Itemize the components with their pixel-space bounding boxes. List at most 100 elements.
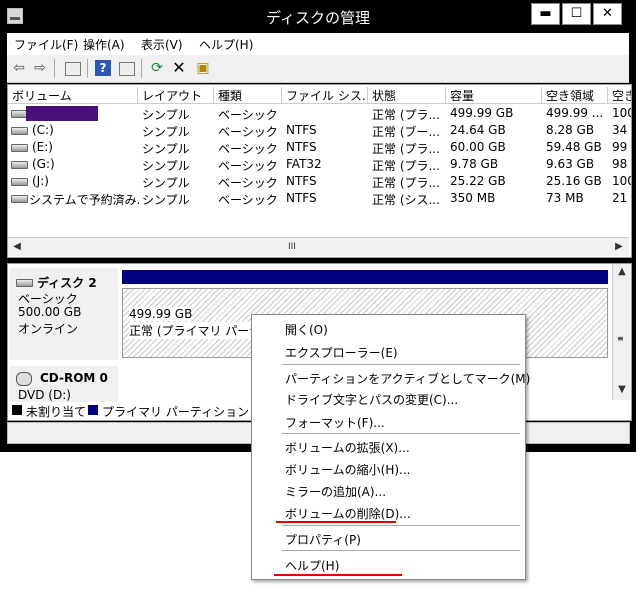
menu-view[interactable]: 表示(V) bbox=[141, 36, 183, 53]
horizontal-scrollbar[interactable]: ◀ III ▶ bbox=[8, 237, 629, 256]
delete-x-icon[interactable]: ✕ bbox=[171, 60, 187, 76]
cell-volume: システムで予約済み... bbox=[29, 193, 139, 207]
disk-name: ディスク 2 bbox=[37, 276, 97, 290]
properties-icon[interactable] bbox=[119, 62, 135, 76]
volume-list: ボリューム レイアウト 種類 ファイル シス... 状態 容量 空き領域 空き … bbox=[7, 84, 632, 258]
cell-volume: (E:) bbox=[32, 140, 53, 154]
scroll-up-icon[interactable]: ▲ bbox=[615, 266, 629, 278]
cell-type: ベーシック bbox=[218, 142, 278, 156]
cell-volume: (G:) bbox=[32, 157, 55, 171]
cell-filesystem: NTFS bbox=[286, 174, 317, 188]
menu-item-help[interactable]: ヘルプ(H) bbox=[285, 557, 339, 574]
cell-capacity: 499.99 GB bbox=[450, 106, 514, 120]
cell-type: ベーシック bbox=[218, 159, 278, 173]
table-row[interactable]: システムで予約済み... シンプル ベーシック NTFS 正常 (シス... 3… bbox=[8, 190, 631, 207]
back-arrow-icon[interactable]: ⇦ bbox=[11, 60, 27, 76]
highlight-underline bbox=[274, 574, 402, 576]
disk-icon bbox=[16, 279, 33, 287]
cell-percent-free: 100 bbox=[612, 174, 631, 188]
menu-item-shrink-volume[interactable]: ボリュームの縮小(H)... bbox=[285, 461, 410, 478]
maximize-button[interactable]: ☐ bbox=[562, 3, 591, 25]
legend-label-unallocated: 未割り当て bbox=[26, 405, 87, 419]
menu-item-open[interactable]: 開く(O) bbox=[285, 321, 328, 338]
cell-free-space: 8.28 GB bbox=[546, 123, 595, 137]
table-row[interactable]: (C:) シンプル ベーシック NTFS 正常 (ブー... 24.64 GB … bbox=[8, 122, 631, 139]
menu-action[interactable]: 操作(A) bbox=[83, 36, 125, 53]
scroll-left-icon[interactable]: ◀ bbox=[10, 241, 24, 253]
cell-volume: (J:) bbox=[32, 174, 49, 188]
table-row[interactable]: (J:) シンプル ベーシック NTFS 正常 (プラ... 25.22 GB … bbox=[8, 173, 631, 190]
disk-state: オンライン bbox=[18, 322, 79, 336]
cell-status: 正常 (ブー... bbox=[372, 125, 440, 139]
cell-status: 正常 (プラ... bbox=[372, 108, 440, 122]
column-header-volume[interactable]: ボリューム bbox=[8, 87, 138, 103]
close-button[interactable]: ✕ bbox=[593, 3, 622, 25]
partition-size: 499.99 GB bbox=[129, 307, 193, 321]
cell-status: 正常 (プラ... bbox=[372, 159, 440, 173]
cell-type: ベーシック bbox=[218, 108, 278, 122]
menu-item-mark-active[interactable]: パーティションをアクティブとしてマーク(M) bbox=[285, 370, 530, 387]
disk-icon bbox=[11, 127, 28, 135]
cell-filesystem: NTFS bbox=[286, 140, 317, 154]
menu-separator bbox=[282, 525, 520, 526]
toolbar: ⇦ ⇨ ? ⟳ ✕ ▣ bbox=[7, 55, 629, 83]
console-icon[interactable] bbox=[65, 62, 81, 76]
legend-swatch-primary bbox=[88, 405, 98, 415]
scroll-thumb[interactable]: III bbox=[288, 242, 298, 252]
scroll-right-icon[interactable]: ▶ bbox=[612, 241, 626, 253]
cell-free-space: 499.99 ... bbox=[546, 106, 604, 120]
wizard-icon[interactable]: ▣ bbox=[195, 60, 211, 76]
cell-free-space: 59.48 GB bbox=[546, 140, 602, 154]
column-header-status[interactable]: 状態 bbox=[368, 87, 446, 103]
legend-label-primary: プライマリ パーティション bbox=[102, 405, 250, 419]
cdrom-drive: DVD (D:) bbox=[18, 388, 71, 402]
scroll-down-icon[interactable]: ▼ bbox=[615, 384, 629, 396]
column-header-layout[interactable]: レイアウト bbox=[138, 87, 214, 103]
column-header-filesystem[interactable]: ファイル シス... bbox=[282, 87, 368, 103]
cell-free-space: 73 MB bbox=[546, 191, 584, 205]
cell-capacity: 9.78 GB bbox=[450, 157, 499, 171]
help-icon[interactable]: ? bbox=[95, 60, 111, 76]
cell-type: ベーシック bbox=[218, 176, 278, 190]
title-bar[interactable]: ディスクの管理 ▬ ☐ ✕ bbox=[0, 0, 636, 33]
menu-item-extend-volume[interactable]: ボリュームの拡張(X)... bbox=[285, 439, 410, 456]
menu-item-add-mirror[interactable]: ミラーの追加(A)... bbox=[285, 483, 386, 500]
selected-volume-name[interactable] bbox=[26, 106, 98, 121]
menu-item-properties[interactable]: プロパティ(P) bbox=[285, 531, 361, 548]
scroll-thumb[interactable]: ≡ bbox=[617, 334, 627, 343]
menu-file[interactable]: ファイル(F) bbox=[14, 36, 78, 53]
menu-item-explorer[interactable]: エクスプローラー(E) bbox=[285, 344, 398, 361]
disk-icon bbox=[11, 178, 28, 186]
cdrom-info[interactable]: CD-ROM 0 DVD (D:) bbox=[10, 366, 118, 402]
disk-size: 500.00 GB bbox=[18, 305, 82, 319]
menu-bar: ファイル(F) 操作(A) 表示(V) ヘルプ(H) bbox=[7, 33, 629, 55]
column-header-free-space[interactable]: 空き領域 bbox=[542, 87, 608, 103]
toolbar-separator bbox=[87, 59, 88, 78]
table-row[interactable]: (E:) シンプル ベーシック NTFS 正常 (プラ... 60.00 GB … bbox=[8, 139, 631, 156]
column-header-type[interactable]: 種類 bbox=[214, 87, 282, 103]
menu-help[interactable]: ヘルプ(H) bbox=[199, 36, 253, 53]
cdrom-icon bbox=[16, 372, 32, 386]
menu-item-delete-volume[interactable]: ボリュームの削除(D)... bbox=[285, 505, 411, 522]
table-row[interactable]: (G:) シンプル ベーシック FAT32 正常 (プラ... 9.78 GB … bbox=[8, 156, 631, 173]
menu-item-format[interactable]: フォーマット(F)... bbox=[285, 414, 385, 431]
cell-layout: シンプル bbox=[142, 125, 190, 139]
menu-item-change-drive-letter[interactable]: ドライブ文字とパスの変更(C)... bbox=[285, 391, 458, 408]
cell-type: ベーシック bbox=[218, 125, 278, 139]
table-row[interactable]: シンプル ベーシック 正常 (プラ... 499.99 GB 499.99 ..… bbox=[8, 105, 631, 122]
disk-icon bbox=[11, 144, 28, 152]
minimize-button[interactable]: ▬ bbox=[531, 3, 560, 25]
cell-layout: シンプル bbox=[142, 176, 190, 190]
highlight-underline bbox=[276, 521, 396, 523]
legend-swatch-unallocated bbox=[12, 405, 22, 415]
disk-2-info[interactable]: ディスク 2 ベーシック 500.00 GB オンライン bbox=[10, 268, 118, 360]
column-header-percent-free[interactable]: 空き bbox=[608, 87, 631, 103]
cell-status: 正常 (プラ... bbox=[372, 142, 440, 156]
refresh-icon[interactable]: ⟳ bbox=[149, 60, 165, 76]
cell-capacity: 350 MB bbox=[450, 191, 496, 205]
vertical-scrollbar[interactable]: ▲ ≡ ▼ bbox=[612, 264, 631, 400]
column-header-capacity[interactable]: 容量 bbox=[446, 87, 542, 103]
cell-percent-free: 98 bbox=[612, 157, 628, 171]
cell-status: 正常 (シス... bbox=[372, 193, 440, 207]
forward-arrow-icon[interactable]: ⇨ bbox=[32, 60, 48, 76]
